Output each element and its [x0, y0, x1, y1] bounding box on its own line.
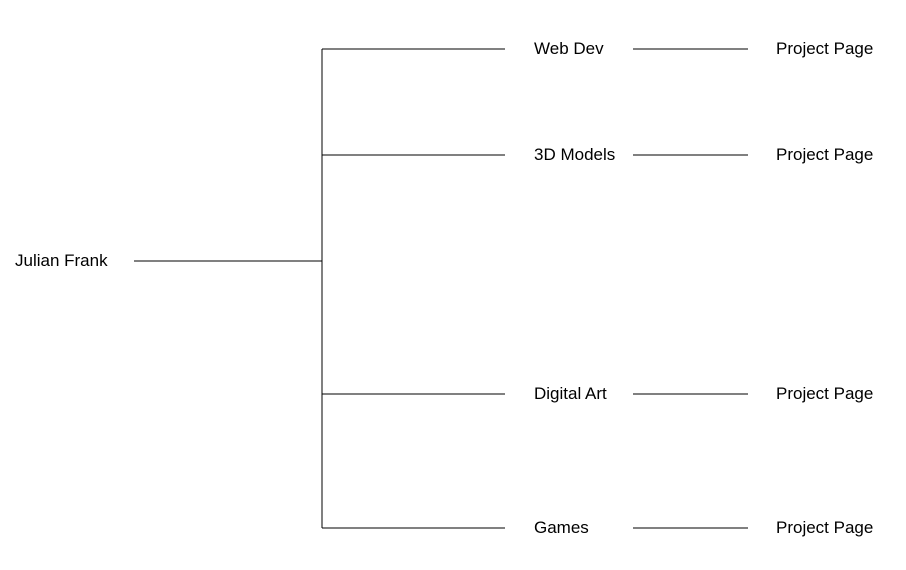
branch-web-dev[interactable]: Web Dev [534, 39, 604, 59]
project-page-link-games[interactable]: Project Page [776, 518, 873, 538]
root-node-label: Julian Frank [15, 251, 108, 270]
project-page-link-digital-art[interactable]: Project Page [776, 384, 873, 404]
project-page-link-web-dev[interactable]: Project Page [776, 39, 873, 59]
portfolio-tree: Julian Frank Web Dev 3D Models Digital A… [0, 0, 906, 570]
tree-connectors [134, 48, 748, 529]
branch-3d-models[interactable]: 3D Models [534, 145, 615, 165]
project-page-link-3d-models[interactable]: Project Page [776, 145, 873, 165]
branch-digital-art[interactable]: Digital Art [534, 384, 607, 404]
branch-games[interactable]: Games [534, 518, 589, 538]
